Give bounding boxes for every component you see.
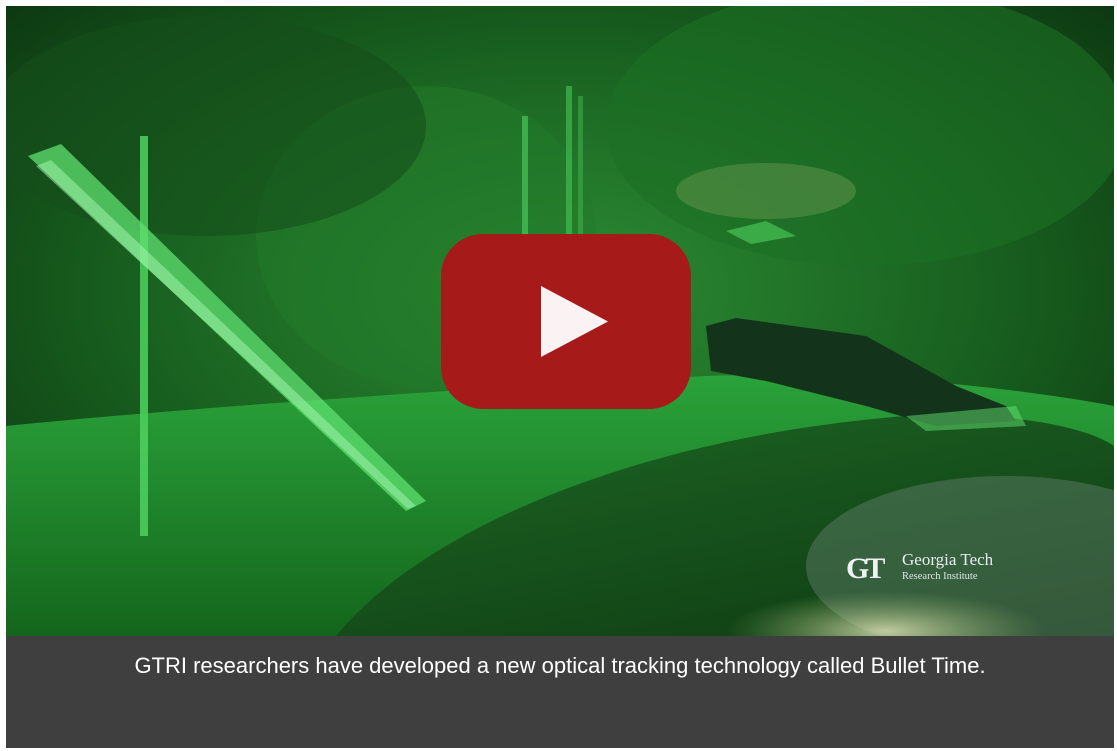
gt-logo-icon: GT	[846, 552, 885, 585]
gtri-watermark: GT Georgia Tech Research Institute	[846, 546, 1046, 592]
youtube-play-icon	[541, 286, 608, 357]
video-embed: GT Georgia Tech Research Institute GTRI …	[6, 6, 1114, 748]
video-caption: GTRI researchers have developed a new op…	[6, 636, 1114, 748]
video-thumbnail[interactable]: GT Georgia Tech Research Institute	[6, 6, 1114, 636]
watermark-subtitle: Research Institute	[902, 571, 978, 582]
play-button[interactable]	[441, 234, 691, 409]
watermark-name: Georgia Tech	[902, 550, 994, 569]
